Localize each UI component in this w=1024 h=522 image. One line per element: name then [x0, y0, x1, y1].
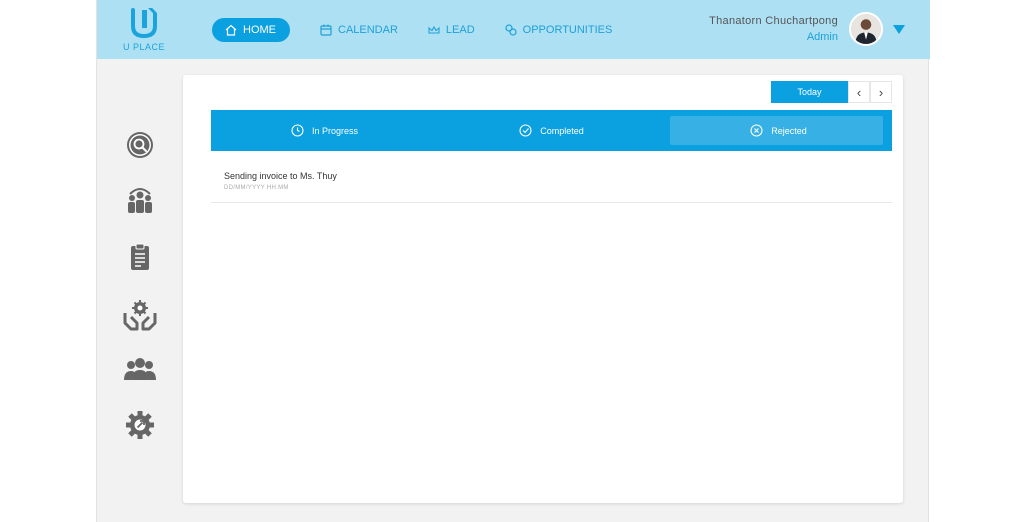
list-item[interactable]: Sending invoice to Ms. Thuy DD/MM/YYYY H…	[211, 167, 892, 203]
handshake-icon	[505, 24, 517, 36]
sidebar-item-settings[interactable]	[119, 408, 161, 442]
nav-calendar[interactable]: CALENDAR	[319, 18, 398, 42]
search-icon	[127, 132, 153, 158]
settings-icon	[126, 411, 154, 439]
nav-opportunities-label: OPPORTUNITIES	[522, 24, 613, 36]
tab-rejected[interactable]: Rejected	[665, 110, 892, 151]
status-tabs: In Progress Completed Rejected	[211, 110, 892, 151]
nav-opportunities[interactable]: OPPORTUNITIES	[504, 18, 613, 42]
brand-logo-icon	[131, 8, 157, 38]
tab-completed-label: Completed	[540, 125, 584, 136]
clipboard-icon	[131, 243, 149, 270]
user-info: Thanatorn Chuchartpong Admin	[709, 15, 838, 43]
app-window: U PLACE HOME CALENDAR LEAD OPPORTUNITIES…	[96, 0, 930, 522]
next-button[interactable]: ›	[870, 81, 892, 103]
nav-lead[interactable]: LEAD	[427, 18, 475, 42]
nav-home[interactable]: HOME	[212, 18, 290, 42]
home-icon	[225, 24, 237, 36]
user-role: Admin	[806, 31, 838, 43]
tab-in-progress-label: In Progress	[311, 125, 359, 136]
crown-icon	[428, 25, 440, 34]
top-bar: U PLACE HOME CALENDAR LEAD OPPORTUNITIES…	[97, 0, 930, 59]
user-name: Thanatorn Chuchartpong	[709, 15, 838, 27]
tab-rejected-label: Rejected	[771, 125, 807, 136]
calendar-icon	[320, 24, 332, 36]
main-nav: HOME CALENDAR LEAD OPPORTUNITIES	[212, 18, 641, 42]
x-circle-icon	[750, 124, 763, 137]
nav-calendar-label: CALENDAR	[338, 24, 398, 36]
brand-logo[interactable]: U PLACE	[119, 8, 169, 54]
user-menu-dropdown-icon[interactable]	[893, 25, 905, 34]
users-icon	[124, 358, 156, 380]
nav-home-label: HOME	[243, 24, 276, 36]
sidebar-item-search[interactable]	[119, 128, 161, 162]
tab-completed[interactable]: Completed	[438, 110, 665, 151]
task-date: DD/MM/YYYY HH:MM	[224, 185, 289, 191]
sidebar-item-users[interactable]	[119, 352, 161, 386]
clock-icon	[291, 124, 304, 137]
task-title: Sending invoice to Ms. Thuy	[224, 171, 337, 181]
avatar[interactable]	[849, 12, 883, 46]
brand-name: U PLACE	[122, 42, 165, 52]
team-icon	[128, 188, 152, 213]
sidebar-item-reports[interactable]	[119, 240, 161, 274]
chevron-left-icon: ‹	[856, 84, 862, 100]
prev-button[interactable]: ‹	[848, 81, 870, 103]
check-circle-icon	[519, 124, 532, 137]
today-button[interactable]: Today	[771, 81, 848, 103]
tab-in-progress[interactable]: In Progress	[211, 110, 438, 151]
chevron-right-icon: ›	[878, 84, 884, 100]
task-panel: Today ‹ › In Progress Completed Rejected…	[183, 75, 903, 503]
hands-gear-icon	[123, 300, 157, 331]
avatar-photo-icon	[851, 14, 881, 44]
sidebar-item-team[interactable]	[119, 184, 161, 218]
sidebar-item-services[interactable]	[119, 298, 161, 332]
nav-lead-label: LEAD	[445, 24, 475, 36]
